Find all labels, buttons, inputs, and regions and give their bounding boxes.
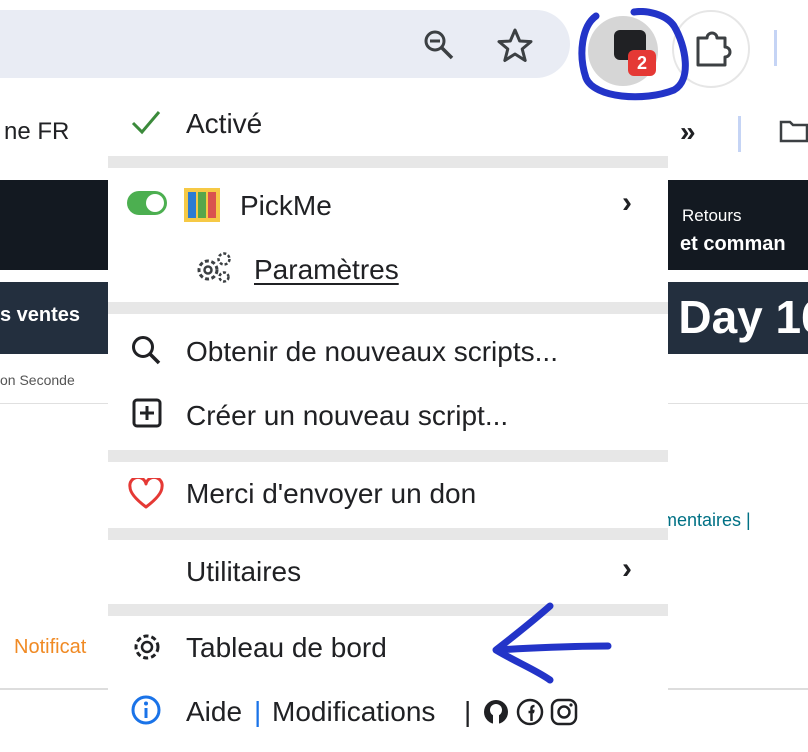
donate-label: Merci d'envoyer un don — [186, 478, 477, 509]
menu-section-utilities: Utilitaires › — [108, 540, 668, 604]
check-icon — [131, 111, 161, 135]
bookmark-item[interactable]: ne FR — [4, 118, 69, 146]
sub-nav-link[interactable]: on Seconde — [0, 372, 75, 388]
enabled-label: Activé — [186, 108, 263, 139]
toolbar-divider — [774, 30, 777, 66]
menu-section-donate: Merci d'envoyer un don — [108, 462, 668, 528]
script-item-pickme[interactable]: PickMe › — [108, 176, 668, 236]
notifications-link[interactable]: Notificat — [14, 636, 86, 659]
orders-label[interactable]: et comman — [680, 233, 786, 256]
utilities-label: Utilitaires — [186, 556, 302, 587]
folder-icon[interactable] — [778, 116, 808, 146]
dashboard-label: Tableau de bord — [186, 632, 387, 663]
donate-item[interactable]: Merci d'envoyer un don — [108, 464, 668, 524]
instagram-icon[interactable] — [550, 698, 578, 726]
create-script-item[interactable]: Créer un nouveau script... — [108, 384, 668, 444]
changes-link[interactable]: Modifications — [272, 696, 435, 728]
get-new-scripts-label: Obtenir de nouveaux scripts... — [186, 336, 558, 367]
script-name: PickMe — [240, 190, 332, 221]
puzzle-icon — [696, 31, 732, 67]
help-link[interactable]: Aide — [186, 696, 242, 728]
facebook-icon[interactable] — [516, 698, 544, 726]
create-script-label: Créer un nouveau script... — [186, 400, 509, 431]
gears-icon — [197, 252, 231, 283]
separator: | — [254, 696, 262, 727]
more-bookmarks-button[interactable]: » — [680, 116, 696, 148]
pointing-arrow-annotation — [492, 602, 612, 684]
pickme-logo-icon — [184, 188, 220, 222]
submenu-arrow-icon: › — [622, 186, 632, 219]
github-icon[interactable] — [482, 698, 510, 726]
nav-sales-link[interactable]: s ventes — [0, 304, 80, 327]
utilities-item[interactable]: Utilitaires › — [108, 542, 668, 602]
plus-box-icon — [132, 398, 162, 428]
submenu-arrow-icon: › — [622, 552, 632, 585]
returns-label[interactable]: Retours — [682, 206, 742, 226]
script-settings-item[interactable]: Paramètres — [108, 238, 668, 298]
bookmarks-divider — [738, 116, 741, 152]
gear-icon — [134, 634, 160, 660]
help-links-row: Aide | Modifications | — [108, 682, 668, 742]
separator: | — [464, 696, 472, 727]
search-icon — [132, 336, 161, 365]
menu-section-actions: Obtenir de nouveaux scripts... Créer un … — [108, 314, 668, 450]
address-bar[interactable] — [0, 10, 570, 78]
settings-label: Paramètres — [254, 254, 399, 285]
heart-icon — [128, 478, 164, 509]
info-icon — [131, 695, 161, 725]
zoom-out-icon[interactable] — [422, 28, 456, 62]
toggle-icon[interactable] — [126, 190, 168, 216]
get-new-scripts-item[interactable]: Obtenir de nouveaux scripts... — [108, 320, 668, 380]
star-icon[interactable] — [495, 26, 535, 66]
highlight-circle-annotation — [578, 8, 689, 101]
menu-section-scripts: PickMe › Paramètres — [108, 168, 668, 302]
